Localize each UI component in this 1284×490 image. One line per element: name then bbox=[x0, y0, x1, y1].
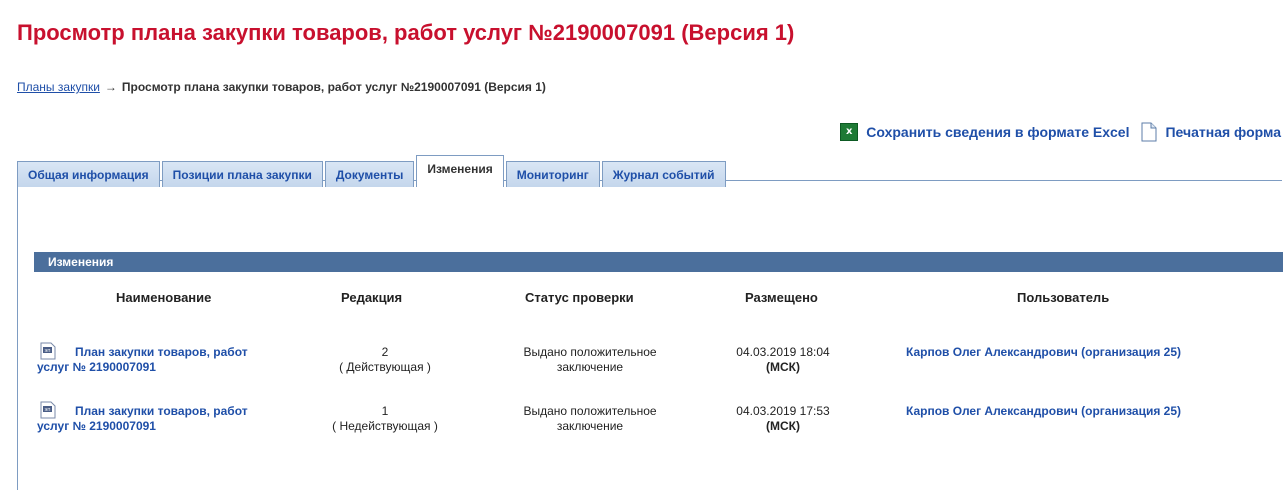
revision-number: 2 bbox=[381, 345, 389, 359]
breadcrumb-arrow: → bbox=[104, 80, 117, 94]
print-form-button[interactable]: Печатная форма bbox=[1141, 122, 1281, 142]
tab-monitoring[interactable]: Мониторинг bbox=[505, 161, 600, 187]
status-line1: Выдано положительное bbox=[523, 345, 657, 359]
revision-number: 1 bbox=[381, 404, 389, 418]
user-link[interactable]: Карпов Олег Александрович (организация 2… bbox=[906, 404, 1181, 418]
plan-link-line2[interactable]: услуг № 2190007091 bbox=[37, 419, 156, 434]
status-line1: Выдано положительное bbox=[523, 404, 657, 418]
revision-state: ( Недействующая ) bbox=[332, 419, 438, 433]
section-header: Изменения bbox=[34, 252, 1283, 272]
column-header-posted: Размещено bbox=[745, 290, 818, 305]
plan-link[interactable]: План закупки товаров, работ bbox=[75, 345, 248, 360]
status-line2: заключение bbox=[556, 419, 624, 433]
tab-content-panel bbox=[17, 180, 1282, 490]
tab-general-info[interactable]: Общая информация bbox=[17, 161, 160, 187]
posted-datetime: 04.03.2019 18:04 bbox=[736, 345, 830, 359]
column-header-name: Наименование bbox=[116, 290, 212, 305]
svg-text:эп: эп bbox=[44, 407, 50, 413]
breadcrumb-link-plans[interactable]: Планы закупки bbox=[17, 80, 100, 94]
column-header-revision: Редакция bbox=[341, 290, 403, 305]
status-line2: заключение bbox=[556, 360, 624, 374]
user-link[interactable]: Карпов Олег Александрович (организация 2… bbox=[906, 345, 1181, 359]
column-header-user: Пользователь bbox=[1017, 290, 1110, 305]
print-form-label: Печатная форма bbox=[1165, 124, 1281, 140]
document-icon bbox=[1141, 122, 1157, 142]
revision-state: ( Действующая ) bbox=[339, 360, 431, 374]
posted-timezone: (МСК) bbox=[766, 419, 800, 433]
actions-bar: x Сохранить сведения в формате Excel Печ… bbox=[840, 122, 1281, 142]
column-header-status: Статус проверки bbox=[525, 290, 634, 305]
breadcrumb: Планы закупки → Просмотр плана закупки тов… bbox=[17, 80, 546, 94]
posted-timezone: (МСК) bbox=[766, 360, 800, 374]
svg-text:эп: эп bbox=[44, 348, 50, 354]
posted-datetime: 04.03.2019 17:53 bbox=[736, 404, 830, 418]
plan-link[interactable]: План закупки товаров, работ bbox=[75, 404, 248, 419]
tab-event-log[interactable]: Журнал событий bbox=[601, 161, 726, 187]
excel-icon: x bbox=[840, 123, 859, 141]
electronic-signature-doc-icon: эп bbox=[40, 401, 56, 419]
electronic-signature-doc-icon: эп bbox=[40, 342, 56, 360]
plan-link-line2[interactable]: услуг № 2190007091 bbox=[37, 360, 156, 375]
tab-changes[interactable]: Изменения bbox=[416, 155, 504, 187]
tab-documents[interactable]: Документы bbox=[324, 161, 415, 187]
page-title: Просмотр плана закупки товаров, работ ус… bbox=[17, 20, 795, 45]
tab-bar: Общая информация Позиции плана закупки Д… bbox=[17, 155, 726, 187]
save-excel-button[interactable]: x Сохранить сведения в формате Excel bbox=[840, 123, 1129, 141]
tab-plan-positions[interactable]: Позиции плана закупки bbox=[161, 161, 323, 187]
breadcrumb-current: Просмотр плана закупки товаров, работ ус… bbox=[121, 80, 546, 94]
save-excel-label: Сохранить сведения в формате Excel bbox=[866, 124, 1130, 140]
